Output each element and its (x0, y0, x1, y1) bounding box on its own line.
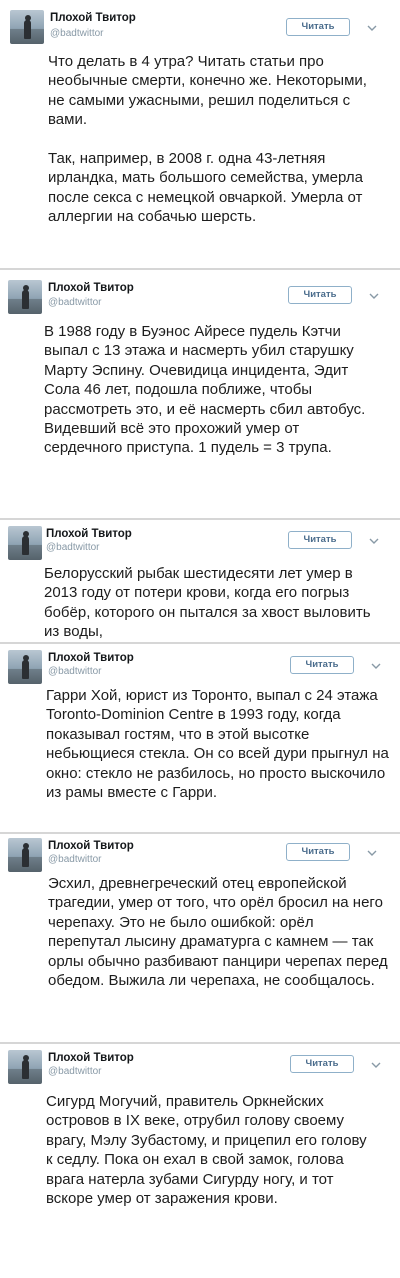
avatar[interactable] (10, 10, 44, 44)
tweet-text: Сигурд Могучий, правитель Оркнейских ост… (46, 1093, 367, 1208)
avatar[interactable] (8, 838, 42, 872)
author-handle[interactable]: @badtwittor (50, 28, 104, 39)
avatar[interactable] (8, 526, 42, 560)
tweet-card: Плохой Твитор @badtwittor Читать Эсхил, … (0, 834, 400, 1044)
tweet-card: Плохой Твитор @badtwittor Читать Гарри Х… (0, 644, 400, 834)
tweet-text: Гарри Хой, юрист из Торонто, выпал с 24 … (46, 687, 389, 802)
chevron-down-icon[interactable] (370, 1059, 382, 1071)
tweet-text: Что делать в 4 утра? Читать статьи про н… (48, 53, 367, 226)
author-handle[interactable]: @badtwittor (48, 1066, 102, 1077)
follow-button[interactable]: Читать (288, 531, 352, 549)
author-name[interactable]: Плохой Твитор (46, 528, 132, 540)
chevron-down-icon[interactable] (368, 290, 380, 302)
tweet-text: В 1988 году в Буэнос Айресе пудель Кэтчи… (44, 323, 366, 457)
follow-button[interactable]: Читать (286, 18, 350, 36)
chevron-down-icon[interactable] (368, 535, 380, 547)
tweet-text: Белорусский рыбак шестидесяти лет умер в… (44, 565, 371, 641)
tweet-card: Плохой Твитор @badtwittor Читать Что дел… (0, 0, 400, 270)
author-handle[interactable]: @badtwittor (48, 297, 102, 308)
chevron-down-icon[interactable] (370, 660, 382, 672)
author-name[interactable]: Плохой Твитор (48, 652, 134, 664)
author-handle[interactable]: @badtwittor (46, 542, 100, 553)
follow-button[interactable]: Читать (290, 656, 354, 674)
follow-button[interactable]: Читать (290, 1055, 354, 1073)
tweet-card: Плохой Твитор @badtwittor Читать Сигурд … (0, 1044, 400, 1278)
avatar[interactable] (8, 1050, 42, 1084)
author-name[interactable]: Плохой Твитор (48, 282, 134, 294)
follow-button[interactable]: Читать (288, 286, 352, 304)
tweet-card: Плохой Твитор @badtwittor Читать Белорус… (0, 520, 400, 644)
avatar[interactable] (8, 280, 42, 314)
author-handle[interactable]: @badtwittor (48, 666, 102, 677)
follow-button[interactable]: Читать (286, 843, 350, 861)
tweet-text: Эсхил, древнегреческий отец европейской … (48, 875, 388, 990)
author-name[interactable]: Плохой Твитор (48, 840, 134, 852)
author-name[interactable]: Плохой Твитор (48, 1052, 134, 1064)
avatar[interactable] (8, 650, 42, 684)
tweet-card: Плохой Твитор @badtwittor Читать В 1988 … (0, 270, 400, 520)
author-name[interactable]: Плохой Твитор (50, 12, 136, 24)
chevron-down-icon[interactable] (366, 847, 378, 859)
author-handle[interactable]: @badtwittor (48, 854, 102, 865)
chevron-down-icon[interactable] (366, 22, 378, 34)
